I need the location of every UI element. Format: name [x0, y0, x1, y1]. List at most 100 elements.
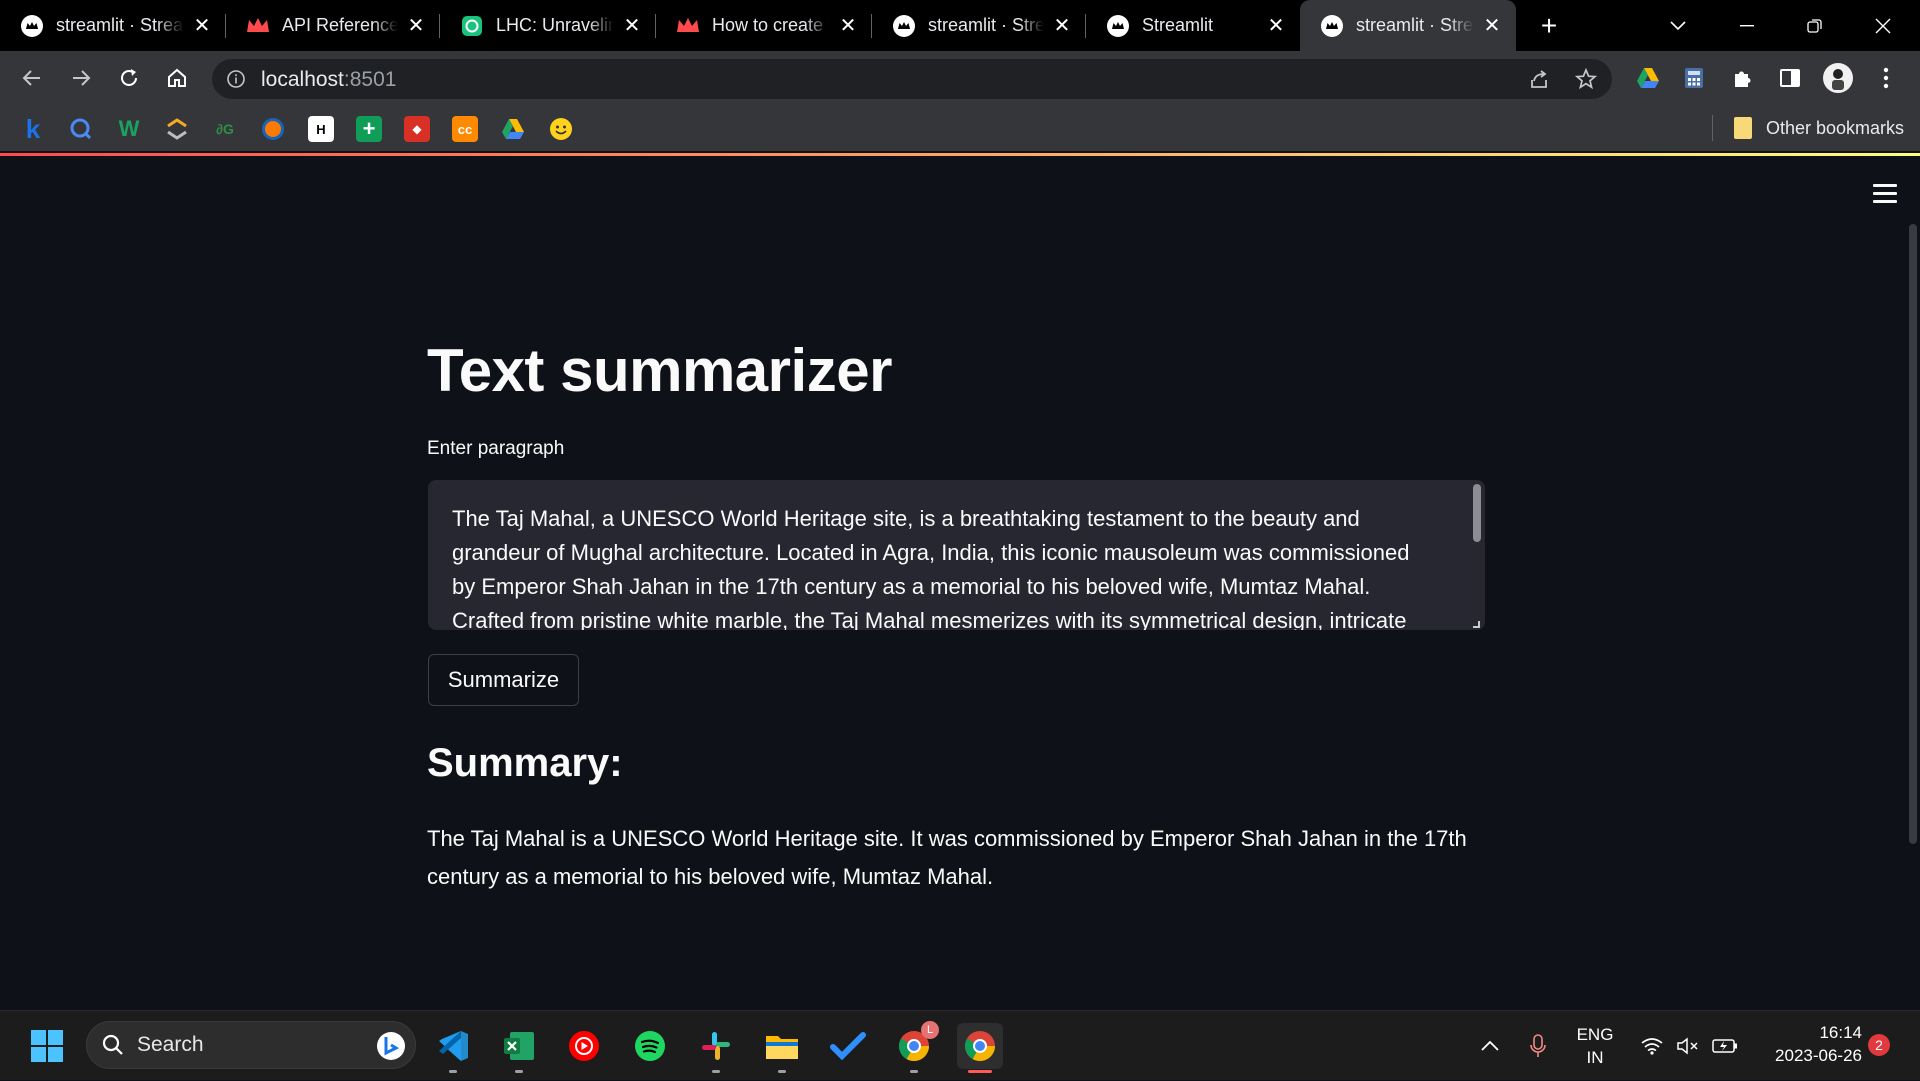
running-indicator	[778, 1070, 786, 1073]
streamlit-crown-icon	[1320, 14, 1344, 38]
slack-icon[interactable]	[693, 1023, 739, 1073]
bookmark-orange-circle-icon[interactable]	[260, 116, 286, 142]
streamlit-crown-icon	[892, 14, 916, 38]
excel-icon[interactable]	[496, 1023, 542, 1073]
tab-title: API Reference -	[282, 15, 398, 35]
search-icon	[102, 1034, 123, 1055]
close-tab-icon[interactable]: ✕	[836, 14, 860, 38]
running-indicator	[449, 1070, 457, 1073]
language-code: ENG	[1576, 1025, 1614, 1044]
side-panel-icon[interactable]	[1772, 60, 1808, 96]
chrome-profile-badge: L	[921, 1021, 939, 1039]
textarea-resize-handle[interactable]	[1473, 621, 1480, 628]
bookmark-arrow-icon[interactable]	[164, 116, 190, 142]
bookmark-star-icon[interactable]	[1572, 65, 1600, 93]
bing-icon	[377, 1032, 405, 1060]
other-bookmarks[interactable]: Other bookmarks	[1734, 115, 1904, 141]
other-bookmarks-label: Other bookmarks	[1766, 117, 1905, 138]
microphone-icon[interactable]	[1524, 1011, 1552, 1081]
tab-title: streamlit · Strea	[56, 15, 184, 35]
streamlit-app: Text summarizer Enter paragraph The Taj …	[0, 156, 1920, 1010]
close-tab-icon[interactable]: ✕	[190, 14, 214, 38]
url-host: localhost	[261, 68, 344, 91]
close-tab-icon[interactable]: ✕	[620, 14, 644, 38]
bookmark-hackerrank-icon[interactable]: H	[308, 116, 334, 142]
browser-menu-icon[interactable]	[1868, 60, 1904, 96]
tab-title: LHC: Unravelin	[496, 15, 614, 35]
windows-start-icon[interactable]	[24, 1023, 70, 1069]
chrome-active-icon[interactable]	[957, 1023, 1003, 1073]
url-port: :8501	[343, 68, 397, 91]
running-indicator	[515, 1070, 523, 1073]
bookmark-w-icon[interactable]: W	[116, 116, 142, 142]
folder-icon	[1734, 117, 1752, 139]
bookmark-gfg-icon[interactable]: ∂G	[212, 116, 238, 142]
restore-icon[interactable]	[1785, 0, 1845, 51]
vscode-icon[interactable]	[430, 1023, 476, 1073]
input-language[interactable]: ENG IN	[1574, 1023, 1616, 1069]
bookmark-drive-icon[interactable]	[500, 116, 526, 142]
new-tab-button[interactable]: +	[1532, 0, 1566, 51]
calculator-extension-icon[interactable]	[1676, 60, 1712, 96]
close-tab-icon[interactable]: ✕	[1264, 14, 1288, 38]
browser-tab[interactable]: Streamlit ✕	[1086, 0, 1300, 51]
browser-tab[interactable]: API Reference - ✕	[226, 0, 440, 51]
paragraph-textarea[interactable]: The Taj Mahal, a UNESCO World Heritage s…	[428, 480, 1485, 630]
taskbar-search[interactable]: Search	[86, 1021, 416, 1069]
clock-time: 16:14	[1819, 1023, 1862, 1042]
summary-heading: Summary:	[427, 741, 623, 785]
bookmark-brave-icon[interactable]: ◆	[404, 116, 430, 142]
reload-icon[interactable]	[111, 60, 147, 96]
summary-text: The Taj Mahal is a UNESCO World Heritage…	[427, 826, 1467, 889]
taskbar-search-label: Search	[137, 1033, 204, 1056]
bookmark-k-icon[interactable]: k	[20, 114, 46, 144]
close-tab-icon[interactable]: ✕	[1480, 14, 1504, 38]
streamlit-crown-icon	[1106, 14, 1130, 38]
forward-icon[interactable]	[63, 60, 99, 96]
home-icon[interactable]	[159, 60, 195, 96]
bookmarks-bar: k W ∂G H + ◆ cc Other bookmarks	[0, 105, 1920, 151]
page-title: Text summarizer	[427, 337, 892, 404]
bookmark-huggingface-icon[interactable]	[548, 116, 574, 142]
extensions-puzzle-icon[interactable]	[1725, 60, 1761, 96]
browser-tab[interactable]: How to create t ✕	[656, 0, 872, 51]
address-bar[interactable]: localhost:8501	[212, 59, 1612, 99]
taskbar-clock[interactable]: 16:14 2023-06-26	[1752, 1021, 1862, 1067]
browser-tab[interactable]: streamlit · Strea ✕	[0, 0, 226, 51]
google-drive-icon[interactable]	[1630, 60, 1666, 96]
back-icon[interactable]	[14, 60, 50, 96]
share-icon[interactable]	[1525, 65, 1553, 93]
browser-tab-active[interactable]: streamlit · Strea ✕	[1300, 0, 1516, 51]
paragraph-input-label: Enter paragraph	[427, 438, 565, 459]
clock-date: 2023-06-26	[1775, 1046, 1862, 1065]
browser-tab[interactable]: streamlit · Strea ✕	[872, 0, 1086, 51]
site-info-icon[interactable]	[224, 67, 248, 91]
close-tab-icon[interactable]: ✕	[1050, 14, 1074, 38]
show-hidden-icons[interactable]	[1476, 1011, 1504, 1081]
notification-badge[interactable]: 2	[1868, 1034, 1890, 1056]
browser-tab[interactable]: LHC: Unravelin ✕	[440, 0, 656, 51]
bookmark-codechef-icon[interactable]: cc	[452, 116, 478, 142]
youtube-music-icon[interactable]	[561, 1023, 607, 1069]
spotify-icon[interactable]	[627, 1023, 673, 1069]
browser-toolbar: localhost:8501	[0, 51, 1920, 105]
region-code: IN	[1586, 1048, 1604, 1067]
minimize-icon[interactable]	[1717, 0, 1777, 51]
close-tab-icon[interactable]: ✕	[404, 14, 428, 38]
address-url: localhost:8501	[261, 68, 396, 92]
main-menu-icon[interactable]	[1873, 184, 1897, 204]
close-window-icon[interactable]	[1853, 0, 1913, 51]
todo-icon[interactable]	[825, 1023, 871, 1069]
tab-search-icon[interactable]	[1648, 0, 1708, 51]
bookmark-q-icon[interactable]	[68, 116, 94, 142]
textarea-scrollbar[interactable]	[1473, 484, 1481, 542]
battery-icon[interactable]	[1710, 1011, 1740, 1081]
summarize-button[interactable]: Summarize	[428, 654, 579, 706]
profile-avatar[interactable]	[1820, 60, 1856, 96]
page-scrollbar[interactable]	[1909, 224, 1917, 844]
wifi-icon[interactable]	[1638, 1011, 1666, 1081]
file-explorer-icon[interactable]	[759, 1023, 805, 1073]
volume-muted-icon[interactable]	[1674, 1011, 1702, 1081]
chrome-icon[interactable]: L	[891, 1021, 939, 1073]
bookmark-sheets-plus-icon[interactable]: +	[356, 116, 382, 142]
